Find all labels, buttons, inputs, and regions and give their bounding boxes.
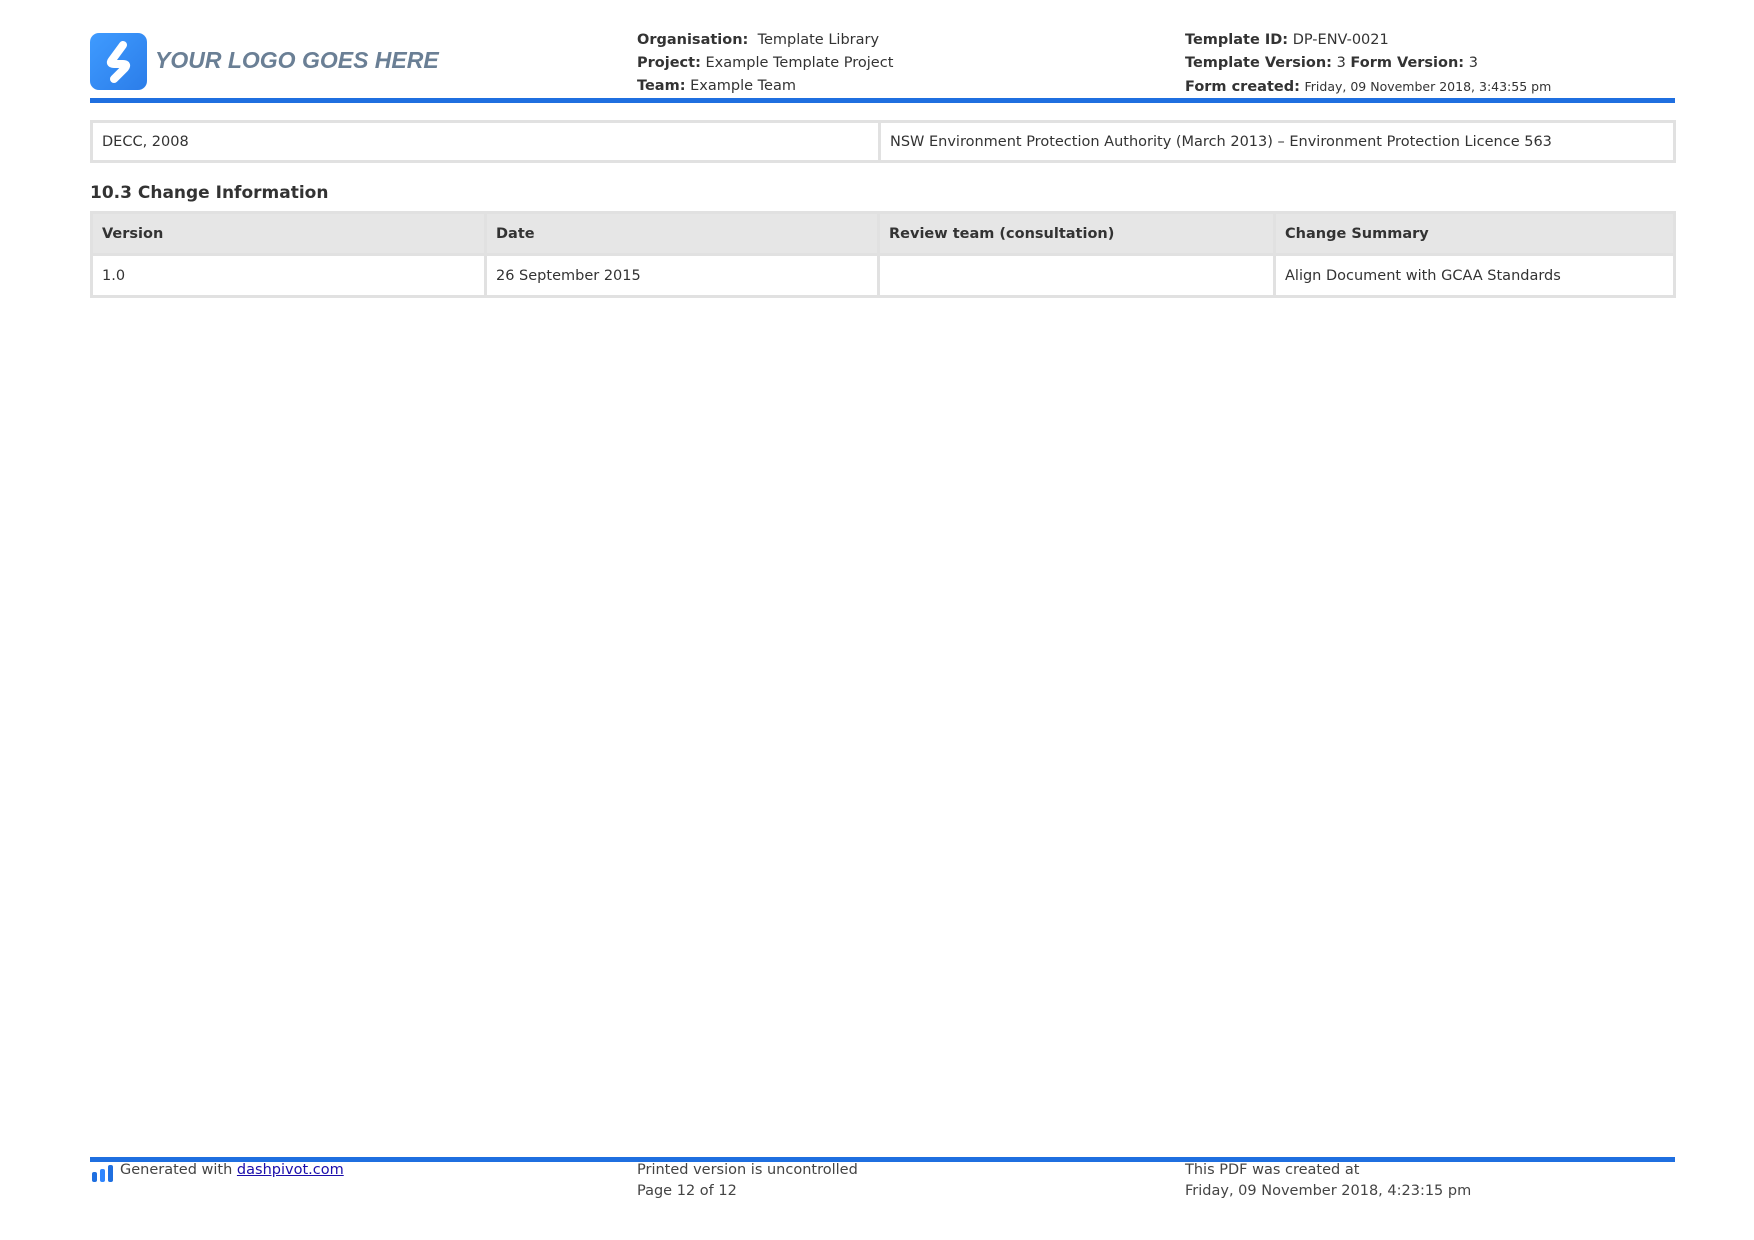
column-header-date: Date xyxy=(484,211,880,256)
reference-cell: NSW Environment Protection Authority (Ma… xyxy=(878,120,1676,163)
organisation-value: Template Library xyxy=(757,32,880,48)
column-header-review-team: Review team (consultation) xyxy=(877,211,1276,256)
logo-text: YOUR LOGO GOES HERE xyxy=(155,47,439,73)
dashpivot-link[interactable]: dashpivot.com xyxy=(237,1162,344,1178)
footer-print-info: Printed version is uncontrolled Page 12 … xyxy=(637,1160,858,1202)
template-id-label: Template ID: xyxy=(1185,32,1289,48)
team-label: Team: xyxy=(637,78,686,94)
date-cell: 26 September 2015 xyxy=(484,253,880,298)
generated-prefix: Generated with xyxy=(120,1162,233,1178)
version-row: Template Version: 3 Form Version: 3 xyxy=(1185,52,1551,75)
version-cell: 1.0 xyxy=(90,253,487,298)
template-id-value: DP-ENV-0021 xyxy=(1292,32,1389,48)
logo-badge-icon xyxy=(90,33,147,90)
review-team-cell xyxy=(877,253,1276,298)
reference-cell: DECC, 2008 xyxy=(90,120,881,163)
table-row: DECC, 2008 NSW Environment Protection Au… xyxy=(90,120,1676,163)
uncontrolled-notice: Printed version is uncontrolled xyxy=(637,1162,858,1178)
form-version-value: 3 xyxy=(1468,55,1478,71)
organisation-row: Organisation: Template Library xyxy=(637,29,893,52)
footer-created-info: This PDF was created at Friday, 09 Novem… xyxy=(1185,1160,1471,1202)
table-row: 1.0 26 September 2015 Align Document wit… xyxy=(90,253,1676,298)
section-title: 10.3 Change Information xyxy=(90,183,329,203)
project-label: Project: xyxy=(637,55,701,71)
pdf-created-label: This PDF was created at xyxy=(1185,1162,1360,1178)
generated-with-text: Generated with dashpivot.com xyxy=(120,1160,344,1181)
table-header-row: Version Date Review team (consultation) … xyxy=(90,211,1676,256)
column-header-change-summary: Change Summary xyxy=(1273,211,1676,256)
form-created-label: Form created: xyxy=(1185,79,1300,95)
page-number: Page 12 of 12 xyxy=(637,1183,737,1199)
header-divider xyxy=(90,98,1675,103)
header-template-info: Template ID: DP-ENV-0021 Template Versio… xyxy=(1185,29,1551,99)
references-table: DECC, 2008 NSW Environment Protection Au… xyxy=(90,120,1676,163)
template-version-value: 3 xyxy=(1336,55,1346,71)
team-value: Example Team xyxy=(690,78,796,94)
column-header-version: Version xyxy=(90,211,487,256)
project-row: Project: Example Template Project xyxy=(637,52,893,75)
form-created-value: Friday, 09 November 2018, 3:43:55 pm xyxy=(1304,79,1552,94)
template-version-label: Template Version: xyxy=(1185,55,1332,71)
header-org-info: Organisation: Template Library Project: … xyxy=(637,29,893,98)
form-version-label: Form Version: xyxy=(1350,55,1465,71)
team-row: Team: Example Team xyxy=(637,75,893,98)
project-value: Example Template Project xyxy=(705,55,894,71)
dashpivot-bars-icon xyxy=(91,1163,115,1187)
template-id-row: Template ID: DP-ENV-0021 xyxy=(1185,29,1551,52)
pdf-created-date: Friday, 09 November 2018, 4:23:15 pm xyxy=(1185,1183,1472,1199)
form-created-row: Form created: Friday, 09 November 2018, … xyxy=(1185,75,1551,99)
organisation-label: Organisation: xyxy=(637,32,749,48)
change-summary-cell: Align Document with GCAA Standards xyxy=(1273,253,1676,298)
change-info-table: Version Date Review team (consultation) … xyxy=(90,211,1676,298)
